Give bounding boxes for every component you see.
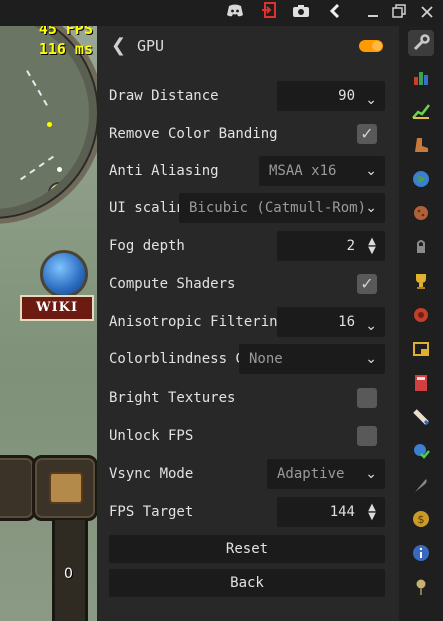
world-check-icon[interactable] — [408, 438, 434, 464]
anti-aliasing-select[interactable]: MSAA x16 ⌄ — [259, 156, 385, 186]
setting-remove-color-banding: Remove Color Banding ✓ — [97, 118, 399, 150]
feather-icon[interactable] — [408, 472, 434, 498]
setting-colorblindness: Colorblindness C... None ⌄ — [97, 343, 399, 375]
setting-ui-scaling: UI scalin... Bicubic (Catmull-Rom) ⌄ — [97, 192, 399, 224]
setting-label: Draw Distance — [109, 88, 219, 104]
setting-anti-aliasing: Anti Aliasing MSAA x16 ⌄ — [97, 155, 399, 187]
draw-distance-spinner[interactable]: 90 ⌄ — [277, 81, 385, 111]
select-value: MSAA x16 — [269, 163, 337, 179]
vsync-mode-select[interactable]: Adaptive ⌄ — [267, 459, 385, 489]
setting-compute-shaders: Compute Shaders ✓ — [97, 268, 399, 300]
setting-bright-textures: Bright Textures — [97, 382, 399, 414]
chevron-down-icon[interactable]: ⌄ — [365, 315, 377, 337]
chevron-down-icon[interactable]: ⌄ — [365, 463, 377, 485]
select-value: None — [249, 351, 283, 367]
setting-label: Bright Textures — [109, 390, 236, 406]
minimap-quest-icon — [48, 182, 70, 204]
quest-book-button[interactable] — [32, 455, 97, 521]
setting-label: Remove Color Banding — [109, 126, 278, 142]
puzzle-icon[interactable] — [408, 302, 434, 328]
gpu-settings-panel: ❮ GPU Draw Distance 90 ⌄ Remove Color Ba… — [97, 26, 399, 621]
calculator-icon[interactable] — [408, 370, 434, 396]
game-viewport[interactable]: 45 FPS 116 ms WIKI 0 — [0, 0, 97, 621]
fog-depth-spinner[interactable]: 2 ▲ ▼ — [277, 231, 385, 261]
chevron-down-icon[interactable]: ⌄ — [365, 160, 377, 182]
plugin-sidebar: $ — [399, 26, 443, 621]
setting-label: Anisotropic Filtering — [109, 314, 287, 330]
setting-fps-target: FPS Target 144 ▲ ▼ — [97, 496, 399, 528]
world-map-globe-icon[interactable] — [40, 250, 88, 298]
minimap-dot-yellow — [47, 122, 52, 127]
spinner-value: 144 — [329, 504, 355, 520]
chevron-down-icon[interactable]: ⌄ — [365, 348, 377, 370]
discord-icon[interactable] — [222, 0, 248, 26]
setting-unlock-fps: Unlock FPS — [97, 420, 399, 452]
inventory-slot-button[interactable] — [0, 455, 36, 521]
bright-textures-checkbox[interactable] — [357, 388, 377, 408]
chevron-left-icon[interactable]: ❮ — [111, 34, 126, 58]
stats-bar-icon[interactable] — [408, 64, 434, 90]
panel-header: ❮ GPU — [97, 34, 399, 58]
coin-icon[interactable]: $ — [408, 506, 434, 532]
boot-icon[interactable] — [408, 132, 434, 158]
spinner-arrows-icon[interactable]: ▲ ▼ — [365, 503, 379, 522]
camera-frame-icon[interactable] — [408, 336, 434, 362]
trophy-icon[interactable] — [408, 268, 434, 294]
camera-icon[interactable] — [288, 0, 314, 26]
chevron-down-icon[interactable]: ⌄ — [365, 89, 377, 111]
panel-title: GPU — [137, 37, 165, 55]
fps-target-spinner[interactable]: 144 ▲ ▼ — [277, 497, 385, 527]
counter-zero: 0 — [64, 566, 73, 582]
compute-shaders-checkbox[interactable]: ✓ — [357, 274, 377, 294]
spinner-value: 16 — [338, 314, 355, 330]
restore-icon[interactable] — [386, 0, 412, 26]
xp-graph-icon[interactable] — [408, 98, 434, 124]
ui-scaling-select[interactable]: Bicubic (Catmull-Rom) ⌄ — [179, 193, 385, 223]
setting-label: Vsync Mode — [109, 466, 194, 482]
spinner-arrows-icon[interactable]: ▲ ▼ — [365, 237, 379, 256]
spinner-value: 2 — [346, 238, 355, 254]
back-button[interactable]: Back — [109, 569, 385, 597]
setting-draw-distance: Draw Distance 90 ⌄ — [97, 80, 399, 112]
minimize-icon[interactable] — [360, 0, 386, 26]
setting-vsync-mode: Vsync Mode Adaptive ⌄ — [97, 458, 399, 490]
spinner-value: 90 — [338, 88, 355, 104]
lock-icon[interactable] — [408, 234, 434, 260]
logout-icon[interactable] — [256, 0, 282, 26]
close-icon[interactable] — [414, 0, 440, 26]
wiki-button[interactable]: WIKI — [20, 295, 94, 321]
setting-label: Anti Aliasing — [109, 163, 219, 179]
setting-fog-depth: Fog depth 2 ▲ ▼ — [97, 230, 399, 262]
setting-label: Unlock FPS — [109, 428, 194, 444]
remove-color-banding-checkbox[interactable]: ✓ — [357, 124, 377, 144]
plugin-enable-toggle[interactable] — [359, 40, 383, 52]
colorblindness-select[interactable]: None ⌄ — [239, 344, 385, 374]
setting-label: Fog depth — [109, 238, 185, 254]
reset-button[interactable]: Reset — [109, 535, 385, 563]
pin-icon[interactable] — [408, 574, 434, 600]
svg-text:$: $ — [418, 513, 425, 526]
cookie-icon[interactable] — [408, 200, 434, 226]
setting-anisotropic-filtering: Anisotropic Filtering 16 ⌄ — [97, 306, 399, 338]
minimap-path — [26, 70, 48, 106]
wrench-icon[interactable] — [408, 30, 434, 56]
top-bar — [0, 0, 443, 26]
globe-icon[interactable] — [408, 166, 434, 192]
info-icon[interactable] — [408, 540, 434, 566]
minimap-dot-white — [57, 167, 62, 172]
scroll-icon[interactable] — [408, 404, 434, 430]
unlock-fps-checkbox[interactable] — [357, 426, 377, 446]
select-value: Adaptive — [277, 466, 345, 482]
latency-counter: 116 ms — [38, 40, 93, 58]
chevron-down-icon[interactable]: ⌄ — [365, 197, 377, 219]
book-icon — [49, 472, 83, 504]
select-value: Bicubic (Catmull-Rom) — [189, 200, 367, 216]
minimap-path — [20, 155, 54, 181]
anisotropic-filtering-spinner[interactable]: 16 ⌄ — [277, 307, 385, 337]
setting-label: FPS Target — [109, 504, 194, 520]
back-arrow-icon[interactable] — [322, 0, 348, 26]
setting-label: Compute Shaders — [109, 276, 236, 292]
